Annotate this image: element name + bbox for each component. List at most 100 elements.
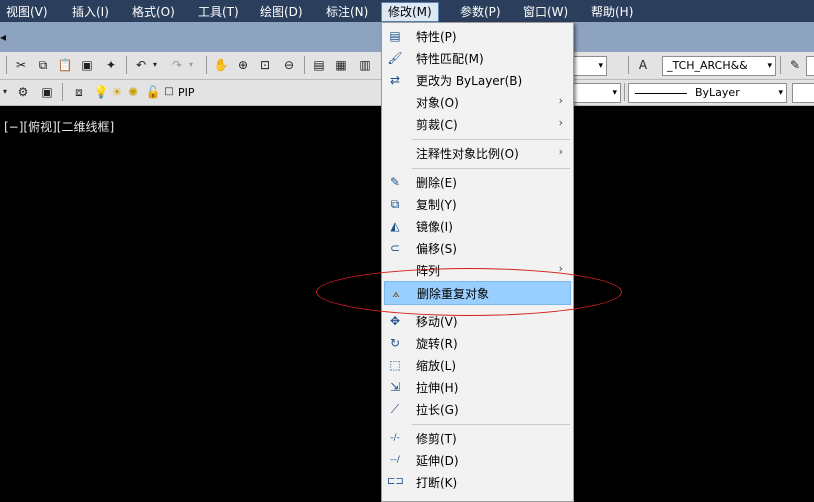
chevron-down-icon: ▾	[767, 61, 772, 71]
undo-icon[interactable]: ↶	[132, 56, 150, 74]
menu-item-label: 镜像(I)	[416, 220, 453, 234]
dim-style-combo[interactable]	[806, 56, 814, 76]
linetype-combo[interactable]: ByLayer ▾	[628, 83, 787, 103]
properties-icon: ▤	[389, 29, 401, 43]
copy-icon: ⧉	[390, 197, 400, 211]
menu-item-clip[interactable]: 剪裁(C) ›	[382, 113, 573, 135]
menu-item-label: 注释性对象比例(O)	[416, 147, 519, 161]
menu-item-label: 删除(E)	[416, 176, 457, 190]
menu-item-match-properties[interactable]: 🖌 特性匹配(M)	[382, 47, 573, 69]
match-properties-icon: 🖌	[387, 51, 403, 65]
redo-dropdown-icon[interactable]: ▾	[186, 56, 196, 74]
menu-modify[interactable]: 修改(M)	[381, 2, 439, 22]
menu-draw[interactable]: 绘图(D)	[254, 3, 309, 21]
bylayer-icon: ⇄	[389, 73, 401, 87]
menu-separator	[412, 139, 570, 140]
zoom-realtime-icon[interactable]: ⊕	[234, 56, 252, 74]
paste-special-icon[interactable]: ▣	[78, 56, 96, 74]
menu-item-rotate[interactable]: ↻ 旋转(R)	[382, 332, 573, 354]
collapse-arrow-icon[interactable]: ◂	[0, 30, 6, 44]
menu-item-break[interactable]: ⊏⊐ 打断(K)	[382, 471, 573, 493]
layer-color-icon[interactable]: □	[160, 83, 178, 101]
menu-item-object[interactable]: 对象(O) ›	[382, 91, 573, 113]
menu-dimension[interactable]: 标注(N)	[320, 3, 374, 21]
menu-item-annotative-scale[interactable]: 注释性对象比例(O) ›	[382, 142, 573, 164]
stretch-icon: ⇲	[389, 380, 401, 394]
menu-item-label: 特性(P)	[416, 30, 457, 44]
text-style-icon[interactable]: A	[634, 56, 652, 74]
cut-icon[interactable]: ✂	[12, 56, 30, 74]
move-icon: ✥	[389, 314, 401, 328]
menu-item-label: 复制(Y)	[416, 198, 457, 212]
layer-properties-icon[interactable]: ⚙	[14, 83, 32, 101]
chevron-down-icon[interactable]: ▾	[0, 83, 10, 101]
toolbar-separator	[206, 56, 207, 74]
offset-icon: ⊂	[389, 241, 401, 255]
redo-icon[interactable]: ↷	[168, 56, 186, 74]
extend-icon: --/	[390, 455, 400, 465]
linetype-sample	[635, 93, 687, 94]
copy-clip-icon[interactable]: ⧉	[34, 56, 52, 74]
toolbar-separator	[780, 56, 781, 74]
zoom-window-icon[interactable]: ⊡	[256, 56, 274, 74]
menu-item-scale[interactable]: ⬚ 缩放(L)	[382, 354, 573, 376]
workspace-combo[interactable]: ▾	[573, 56, 607, 76]
menu-item-label: 旋转(R)	[416, 337, 458, 351]
toolbar-separator	[126, 56, 127, 74]
chevron-right-icon: ›	[558, 116, 563, 129]
menu-separator	[412, 168, 570, 169]
erase-icon: ✎	[389, 175, 401, 189]
menu-item-stretch[interactable]: ⇲ 拉伸(H)	[382, 376, 573, 398]
chevron-down-icon: ▾	[778, 88, 783, 98]
paste-icon[interactable]: 📋	[56, 56, 74, 74]
menu-format[interactable]: 格式(O)	[126, 3, 181, 21]
menu-item-lengthen[interactable]: ⟋ 拉长(G)	[382, 398, 573, 420]
make-current-icon[interactable]: ⧈	[70, 83, 88, 101]
layer-viewport-icon[interactable]: ✺	[124, 83, 142, 101]
design-center-icon[interactable]: ▦	[332, 56, 350, 74]
lineweight-combo[interactable]	[792, 83, 814, 103]
menu-item-mirror[interactable]: ◭ 镜像(I)	[382, 215, 573, 237]
zoom-previous-icon[interactable]: ⊖	[280, 56, 298, 74]
menu-item-trim[interactable]: -/- 修剪(T)	[382, 427, 573, 449]
menu-item-properties[interactable]: ▤ 特性(P)	[382, 25, 573, 47]
toolbar-separator	[6, 56, 7, 74]
properties-palette-icon[interactable]: ▤	[310, 56, 328, 74]
menu-item-erase[interactable]: ✎ 删除(E)	[382, 171, 573, 193]
lengthen-icon: ⟋	[390, 402, 400, 416]
toolbar-separator	[62, 83, 63, 101]
menu-item-label: 拉伸(H)	[416, 381, 459, 395]
chevron-down-icon: ▾	[612, 88, 617, 98]
menu-item-change-bylayer[interactable]: ⇄ 更改为 ByLayer(B)	[382, 69, 573, 91]
match-prop-icon[interactable]: ✦	[102, 56, 120, 74]
menu-parametric[interactable]: 参数(P)	[454, 3, 507, 21]
menu-view[interactable]: 视图(V)	[0, 3, 54, 21]
menu-help[interactable]: 帮助(H)	[585, 3, 639, 21]
layer-states-icon[interactable]: ▣	[38, 83, 56, 101]
menu-insert[interactable]: 插入(I)	[66, 3, 115, 21]
menu-item-label: 打断(K)	[416, 476, 458, 490]
menu-item-offset[interactable]: ⊂ 偏移(S)	[382, 237, 573, 259]
text-style-combo[interactable]: _TCH_ARCH&& ▾	[662, 56, 776, 76]
menu-tools[interactable]: 工具(T)	[192, 3, 245, 21]
tool-palette-icon[interactable]: ▥	[356, 56, 374, 74]
text-style-value: _TCH_ARCH&&	[667, 59, 748, 72]
dim-style-icon[interactable]: ✎	[786, 56, 804, 74]
viewport-label[interactable]: [−][俯视][二维线框]	[4, 118, 114, 135]
scale-icon: ⬚	[389, 358, 401, 372]
undo-dropdown-icon[interactable]: ▾	[150, 56, 160, 74]
linetype-value: ByLayer	[695, 86, 740, 99]
menu-item-label: 缩放(L)	[416, 359, 457, 373]
menu-bar: 视图(V) 插入(I) 格式(O) 工具(T) 绘图(D) 标注(N) 修改(M…	[0, 0, 814, 22]
menu-item-extend[interactable]: --/ 延伸(D)	[382, 449, 573, 471]
menu-item-copy[interactable]: ⧉ 复制(Y)	[382, 193, 573, 215]
mirror-icon: ◭	[390, 219, 400, 233]
toolbar-separator	[628, 56, 629, 74]
menu-item-label: 拉长(G)	[416, 403, 459, 417]
chevron-right-icon: ›	[558, 94, 563, 107]
layer-dropdown[interactable]: ▾	[573, 83, 621, 103]
rotate-icon: ↻	[389, 336, 401, 350]
layer-name[interactable]: PIP	[178, 86, 195, 99]
menu-window[interactable]: 窗口(W)	[517, 3, 574, 21]
pan-icon[interactable]: ✋	[212, 56, 230, 74]
